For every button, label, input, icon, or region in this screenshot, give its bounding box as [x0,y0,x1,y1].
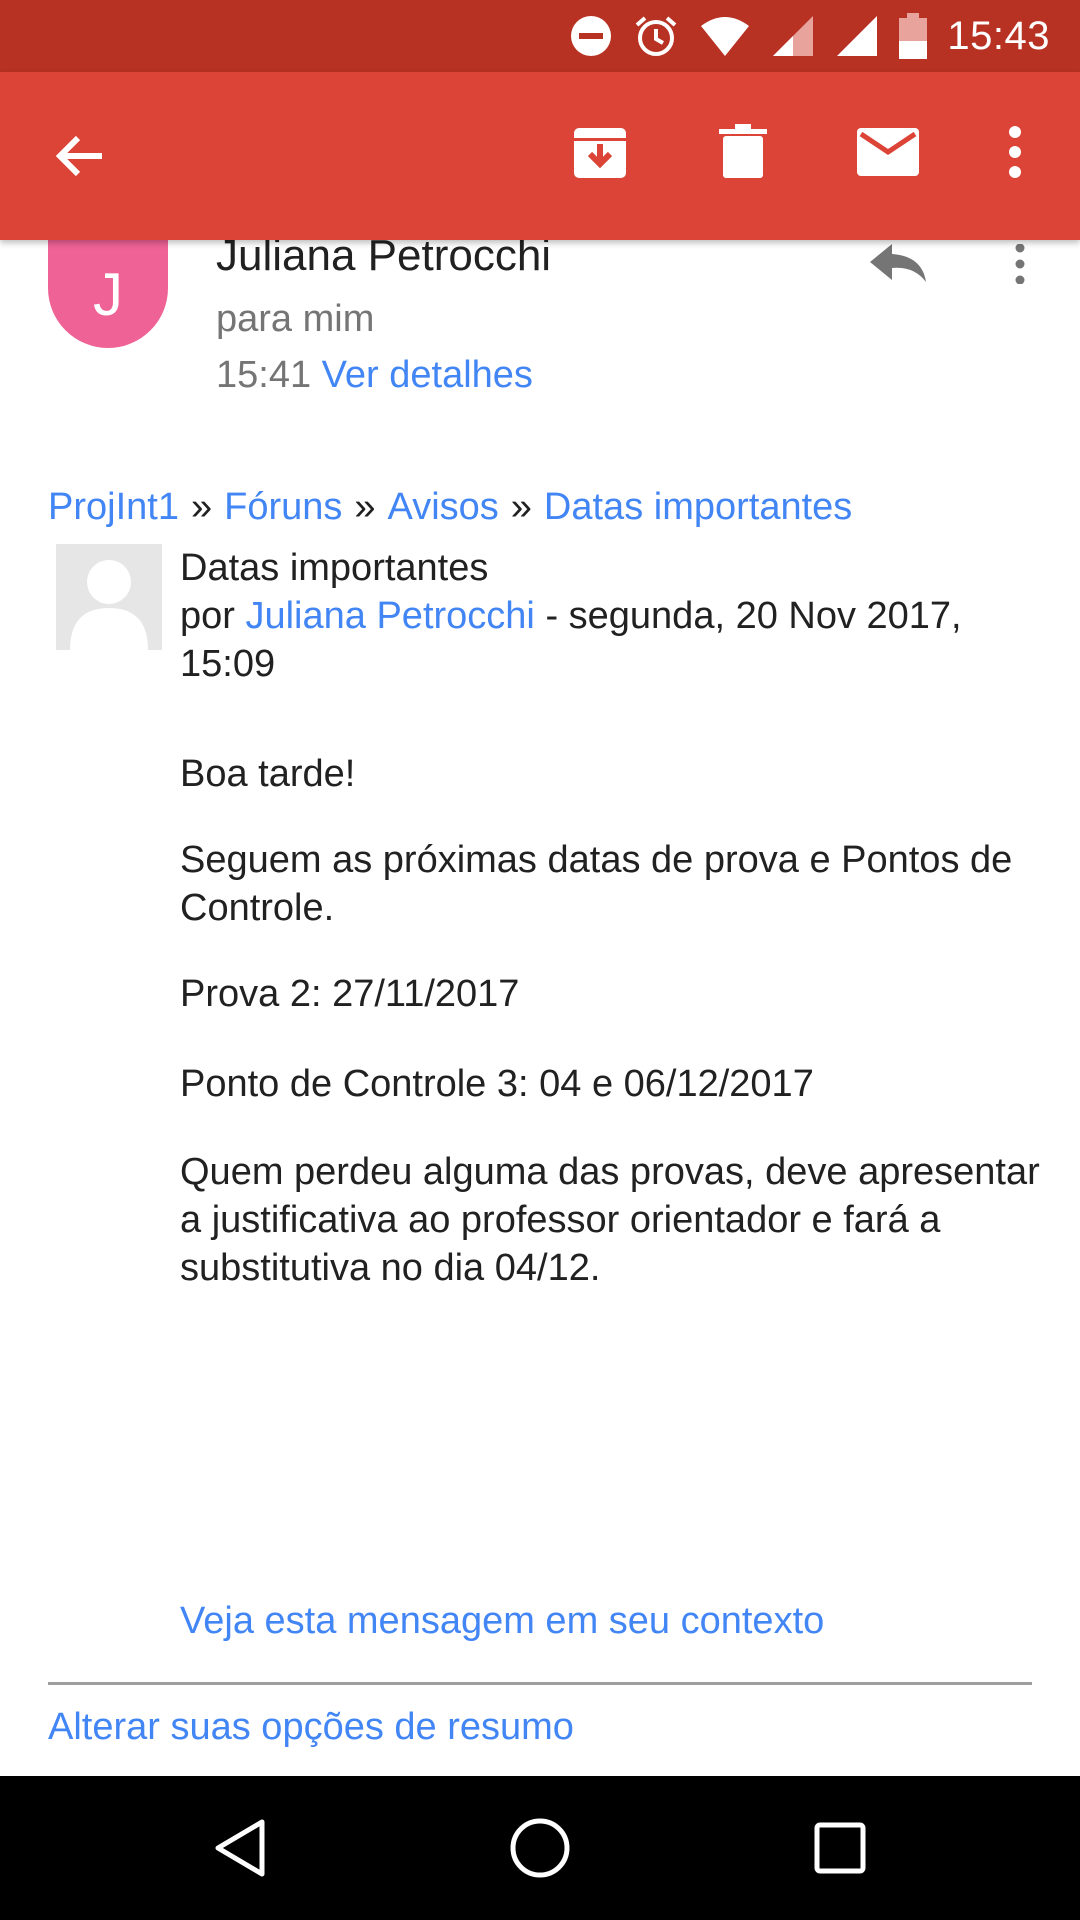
post-header: Datas importantes por Juliana Petrocchi … [180,544,1040,688]
do-not-disturb-icon [569,14,613,58]
sender-header: J Juliana Petrocchi para mim 15:41 Ver d… [0,234,1080,420]
archive-button[interactable] [560,112,640,192]
recipient-line: para mim [216,298,375,340]
status-time: 15:43 [947,13,1050,58]
status-bar: 15:43 [0,0,1080,72]
breadcrumb-notices[interactable]: Avisos [388,486,499,528]
more-vert-icon [1015,244,1025,284]
divider [48,1682,1032,1685]
navigation-bar [0,1776,1080,1920]
delete-button[interactable] [703,112,783,192]
status-icons: 15:43 [569,0,1080,72]
nav-recents-button[interactable] [800,1808,880,1888]
back-button[interactable] [40,116,120,196]
breadcrumb-course[interactable]: ProjInt1 [48,486,179,528]
battery-icon [899,13,928,59]
nav-back-icon [215,1819,265,1877]
digest-options-link[interactable]: Alterar suas opções de resumo [48,1706,574,1749]
message-paragraph: Prova 2: 27/11/2017 [180,973,520,1015]
time-line: 15:41 Ver detalhes [216,354,533,397]
message-paragraph: Quem perdeu alguma das provas, deve apre… [180,1151,1040,1289]
post-subject: Datas importantes [180,547,489,589]
signal-icon [771,14,815,58]
breadcrumb-separator: » [354,486,376,528]
sender-name: Juliana Petrocchi [216,231,552,280]
avatar-letter: J [93,260,123,328]
message-greeting: Boa tarde! [180,753,356,795]
message-paragraph: Seguem as próximas datas de prova e Pont… [180,839,1013,929]
breadcrumb-separator: » [190,486,213,528]
author-link[interactable]: Juliana Petrocchi [245,595,534,637]
more-vert-icon [1009,126,1021,178]
more-options-button[interactable] [990,112,1040,192]
user-placeholder-icon [70,560,148,650]
avatar[interactable]: J [48,240,168,348]
nav-home-icon [510,1818,570,1878]
breadcrumb-separator: » [510,486,532,528]
by-prefix: por [180,595,235,637]
nav-back-button[interactable] [200,1808,280,1888]
delete-icon [719,124,767,178]
reply-button[interactable] [864,236,934,292]
received-time: 15:41 [216,354,312,396]
reply-icon [870,244,926,282]
archive-icon [574,128,626,178]
app-bar [0,72,1080,240]
mark-unread-icon [857,128,919,176]
signal-icon [835,14,879,58]
view-details-link[interactable]: Ver detalhes [322,354,533,396]
post-byline: por Juliana Petrocchi - segunda, 20 Nov … [180,592,1040,688]
message-more-button[interactable] [1000,236,1040,292]
nav-home-button[interactable] [500,1808,580,1888]
back-arrow-icon [55,135,102,177]
breadcrumb-forums[interactable]: Fóruns [224,486,342,528]
message-paragraph: Ponto de Controle 3: 04 e 06/12/2017 [180,1063,814,1105]
alarm-icon [633,13,679,59]
breadcrumb: ProjInt1 » Fóruns » Avisos » Datas importantes [48,486,852,529]
view-in-context-link[interactable]: Veja esta mensagem em seu contexto [180,1600,824,1643]
mark-unread-button[interactable] [848,112,928,192]
user-picture [56,544,162,650]
nav-recents-icon [814,1822,866,1874]
wifi-icon [699,14,751,58]
breadcrumb-topic[interactable]: Datas importantes [544,486,852,528]
